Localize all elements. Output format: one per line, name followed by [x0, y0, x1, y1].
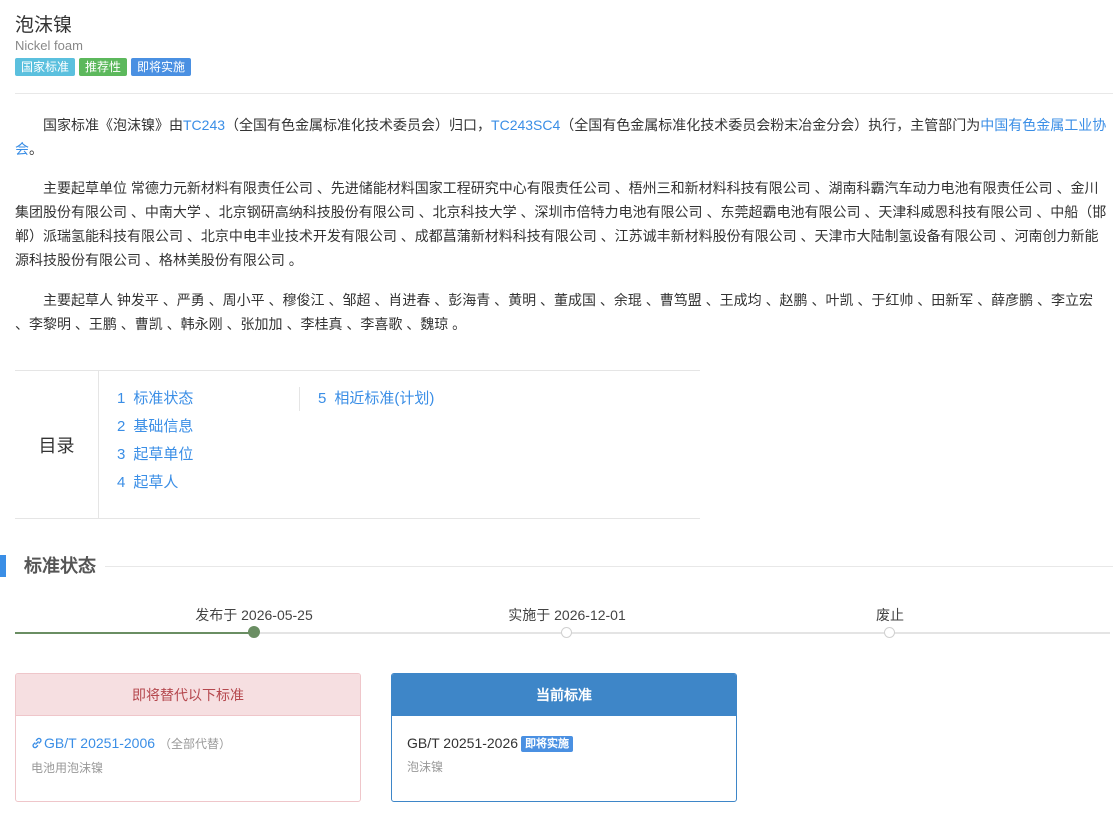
- intro-text: 。: [29, 141, 43, 157]
- intro-text: （全国有色金属标准化技术委员会）归口，: [225, 117, 492, 133]
- page-title: 泡沫镍: [15, 15, 73, 36]
- replaced-standard-line: GB/T 20251-2006 （全部代替）: [31, 732, 345, 755]
- toc-item-label: 起草人: [133, 474, 179, 491]
- toc-item-num: 2: [117, 418, 126, 435]
- card-current-standard: 当前标准 GB/T 20251-2026 即将实施 泡沫镍: [391, 673, 737, 802]
- current-standard-line: GB/T 20251-2026 即将实施: [407, 732, 721, 754]
- current-standard-code: GB/T 20251-2026: [407, 735, 519, 751]
- toc-label: 目录: [15, 371, 99, 518]
- badge-recommended: 推荐性: [79, 58, 128, 76]
- badge-group: 国家标准 推荐性 即将实施: [15, 58, 192, 76]
- toc-item-drafters[interactable]: 4 起草人: [117, 471, 193, 499]
- card-header-replace: 即将替代以下标准: [16, 674, 360, 716]
- current-standard-badge: 即将实施: [521, 736, 574, 752]
- timeline-dot-abolished: [884, 627, 895, 638]
- card-header-current: 当前标准: [392, 674, 736, 716]
- link-icon: [32, 737, 42, 749]
- toc-item-basic-info[interactable]: 2 基础信息: [117, 415, 193, 443]
- toc-column-1: 1 标准状态 2 基础信息 3 起草单位 4 起草人: [117, 387, 193, 499]
- page-subtitle: Nickel foam: [15, 38, 83, 53]
- card-body-replace: GB/T 20251-2006 （全部代替） 电池用泡沫镍: [16, 716, 360, 776]
- toc-item-label: 基础信息: [133, 418, 194, 435]
- toc-item-num: 5: [318, 390, 327, 407]
- timeline-label-published: 发布于 2026-05-25: [195, 607, 313, 623]
- card-body-current: GB/T 20251-2026 即将实施 泡沫镍: [392, 716, 736, 775]
- intro-paragraph-drafters: 主要起草人 钟发平 、严勇 、周小平 、穆俊江 、邹超 、肖进春 、彭海青 、黄…: [15, 292, 1094, 332]
- replaced-standard-name: 电池用泡沫镍: [31, 761, 104, 775]
- link-tc243sc4[interactable]: TC243SC4: [491, 117, 560, 133]
- toc-item-drafting-units[interactable]: 3 起草单位: [117, 443, 193, 471]
- toc-item-label: 标准状态: [133, 390, 194, 407]
- timeline-dot-effective: [561, 627, 572, 638]
- timeline-label-abolished: 废止: [876, 607, 904, 623]
- intro-paragraph-drafting-units: 主要起草单位 常德力元新材料有限责任公司 、先进储能材料国家工程研究中心有限责任…: [15, 180, 1107, 268]
- header-divider: [15, 93, 1113, 94]
- toc-item-label: 相近标准(计划): [334, 390, 435, 407]
- section-divider: [105, 566, 1113, 567]
- link-tc243[interactable]: TC243: [183, 117, 225, 133]
- intro-text: （全国有色金属标准化技术委员会粉末冶金分会）执行，主管部门为: [560, 117, 981, 133]
- toc-item-label: 起草单位: [133, 446, 194, 463]
- toc-item-similar-standards[interactable]: 5 相近标准(计划): [318, 387, 434, 415]
- badge-national-standard: 国家标准: [15, 58, 76, 76]
- timeline-dot-published: [248, 626, 260, 638]
- replaced-standard-code: GB/T 20251-2006: [44, 735, 156, 751]
- toc-item-num: 3: [117, 446, 126, 463]
- toc-item-num: 1: [117, 390, 126, 407]
- section-title-status: 标准状态: [24, 556, 96, 576]
- card-replaced-standards: 即将替代以下标准 GB/T 20251-2006 （全部代替） 电池用泡沫镍: [15, 673, 361, 802]
- toc-item-status[interactable]: 1 标准状态: [117, 387, 193, 415]
- toc-item-num: 4: [117, 474, 126, 491]
- intro-text: 国家标准《泡沫镍》由: [43, 117, 183, 133]
- table-of-contents: 目录 1 标准状态 2 基础信息 3 起草单位 4 起草人 5 相近标准(计划): [15, 370, 700, 519]
- replaced-standard-note: （全部代替）: [159, 737, 232, 751]
- timeline-progress: [15, 632, 255, 634]
- replaced-standard-link[interactable]: GB/T 20251-2006: [31, 735, 155, 751]
- timeline-label-effective: 实施于 2026-12-01: [508, 607, 626, 623]
- section-accent-bar: [0, 555, 6, 577]
- badge-upcoming: 即将实施: [131, 58, 192, 76]
- intro-paragraph-committee: 国家标准《泡沫镍》由TC243（全国有色金属标准化技术委员会）归口，TC243S…: [15, 113, 1109, 161]
- current-standard-name: 泡沫镍: [407, 760, 444, 774]
- toc-column-2: 5 相近标准(计划): [299, 387, 434, 411]
